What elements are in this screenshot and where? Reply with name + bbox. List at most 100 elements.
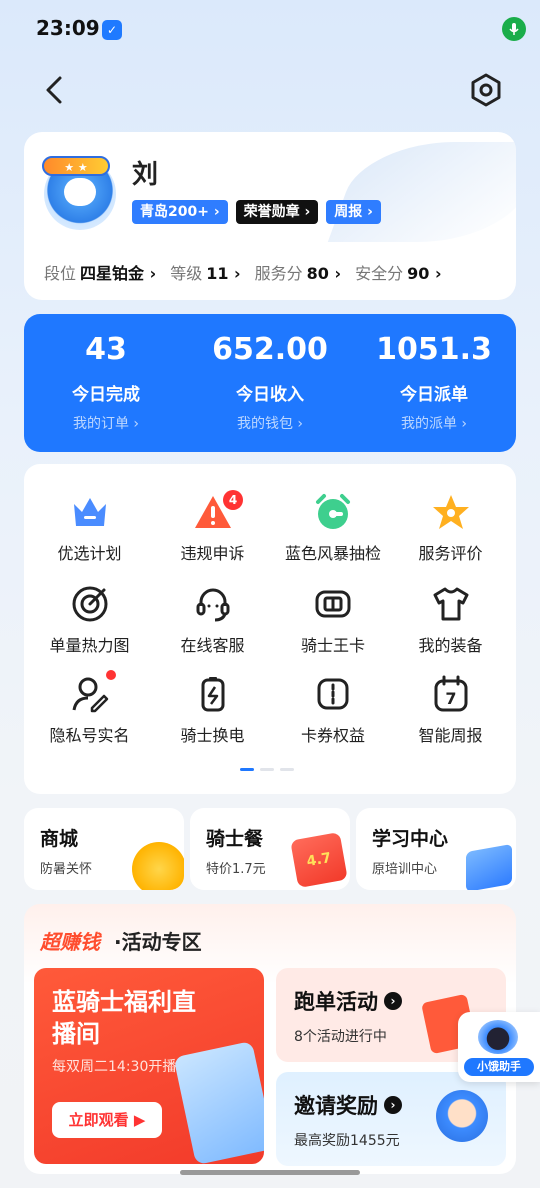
tag-weekly-report[interactable]: 周报 › <box>326 200 381 224</box>
grid-label: 卡券权益 <box>300 726 365 745</box>
calendar-icon: 7 <box>434 675 467 712</box>
coin-icon <box>132 842 184 890</box>
headset-icon <box>196 588 229 622</box>
invite-title-row: 邀请奖励 › <box>294 1090 402 1120</box>
live-schedule: 每双周二14:30开播 <box>52 1059 177 1075</box>
status-time: 23:09 <box>36 16 100 40</box>
grid-item-violation-appeal[interactable]: 违规申诉 4 <box>151 490 274 580</box>
rider-meal-title: 骑士餐 <box>206 828 264 850</box>
grid-item-coupons[interactable]: 卡券权益 <box>274 674 392 762</box>
grid-label: 违规申诉 <box>180 544 245 563</box>
notification-badge: 4 <box>223 490 243 510</box>
kpi-income[interactable]: 652.00 今日收入 我的钱包 › <box>188 330 352 433</box>
learning-center-card[interactable]: 学习中心 原培训中心 <box>356 808 516 890</box>
grid-label: 服务评价 <box>418 544 483 563</box>
mall-subtitle: 防暑关怀 <box>40 862 93 877</box>
rider-meal-subtitle: 特价1.7元 <box>206 862 266 877</box>
my-dispatch-link[interactable]: 我的派单 › <box>352 413 516 433</box>
grid-label: 优选计划 <box>57 544 122 563</box>
function-grid: 优选计划 违规申诉 4 蓝色风暴抽检 服务评价 单量热力图 在线客服 骑士王卡 … <box>24 464 516 794</box>
settings-icon[interactable] <box>468 72 504 108</box>
grid-item-my-equipment[interactable]: 我的装备 <box>389 584 512 672</box>
learning-center-title: 学习中心 <box>372 828 449 850</box>
stat-rank[interactable]: 段位 四星铂金 › <box>44 260 156 284</box>
pager-dot-active <box>240 768 254 771</box>
live-title: 蓝骑士福利直播间 <box>52 988 196 1048</box>
kpi-completed-label: 今日完成 <box>72 385 140 405</box>
rider-mascot-icon <box>436 1090 488 1142</box>
kpi-dispatched-value: 1051.3 <box>376 332 492 367</box>
profile-tags: 青岛200+ › 荣誉勋章 › 周报 › <box>132 200 381 224</box>
crown-icon <box>73 498 106 526</box>
invite-reward-card[interactable]: 邀请奖励 › 最高奖励1455元 <box>276 1072 506 1166</box>
new-dot <box>106 670 116 680</box>
mall-card[interactable]: 商城 防暑关怀 <box>24 808 184 890</box>
battery-icon <box>201 677 224 712</box>
card-icon <box>315 590 351 618</box>
coupon-icon <box>317 678 349 710</box>
alarm-clock-icon <box>316 494 350 529</box>
app-notification-icon: ✓ <box>102 20 122 40</box>
live-stream-card[interactable]: 蓝骑士福利直播间 每双周二14:30开播 立即观看 ▶ <box>34 968 264 1164</box>
my-wallet-link[interactable]: 我的钱包 › <box>188 413 352 433</box>
activity-title: ·活动专区 <box>114 930 202 954</box>
book-icon <box>466 843 512 890</box>
mall-title: 商城 <box>40 828 79 850</box>
run-activity-title: 跑单活动 <box>294 990 378 1014</box>
daily-kpi-panel: 43 今日完成 我的订单 › 652.00 今日收入 我的钱包 › 1051.3… <box>24 314 516 452</box>
back-icon[interactable] <box>40 74 70 106</box>
grid-label: 骑士王卡 <box>300 636 365 655</box>
grid-label: 在线客服 <box>180 636 245 655</box>
robot-icon <box>478 1020 518 1054</box>
stat-service-score[interactable]: 服务分 80 › <box>255 260 341 284</box>
grid-item-privacy-number[interactable]: 隐私号实名 <box>28 670 151 762</box>
grid-label: 蓝色风暴抽检 <box>284 544 381 563</box>
kpi-completed[interactable]: 43 今日完成 我的订单 › <box>24 330 188 433</box>
microphone-icon <box>502 17 526 41</box>
shirt-icon <box>433 587 468 621</box>
stat-safety-score[interactable]: 安全分 90 › <box>355 260 441 284</box>
chevron-right-icon: › <box>384 992 402 1010</box>
pager-dot <box>260 768 274 771</box>
assistant-button[interactable]: 小饿助手 <box>458 1012 540 1082</box>
card-decoration <box>327 142 516 242</box>
svg-text:7: 7 <box>445 689 456 708</box>
invite-desc: 最高奖励1455元 <box>294 1133 400 1149</box>
grid-item-preferred-plan[interactable]: 优选计划 <box>28 492 151 580</box>
kpi-income-value: 652.00 <box>212 332 328 367</box>
grid-item-rider-king-card[interactable]: 骑士王卡 <box>274 584 392 672</box>
grid-label: 隐私号实名 <box>49 726 130 745</box>
my-orders-link[interactable]: 我的订单 › <box>24 413 188 433</box>
chevron-right-icon: › <box>384 1096 402 1114</box>
pager-dot <box>280 768 294 771</box>
kpi-income-label: 今日收入 <box>236 385 304 405</box>
star-icon <box>432 495 469 529</box>
tag-honor-medal[interactable]: 荣誉勋章 › <box>235 200 319 224</box>
username: 刘 <box>132 160 161 190</box>
grid-pager <box>240 768 294 771</box>
grid-item-service-rating[interactable]: 服务评价 <box>389 492 512 580</box>
grid-item-battery-swap[interactable]: 骑士换电 <box>151 674 274 762</box>
grid-label: 单量热力图 <box>49 636 130 655</box>
user-edit-icon <box>72 677 108 713</box>
grid-label: 智能周报 <box>418 726 483 745</box>
grid-item-smart-weekly[interactable]: 7 智能周报 <box>389 674 512 762</box>
rider-meal-card[interactable]: 骑士餐 特价1.7元 4.7 <box>190 808 350 890</box>
avatar-face <box>64 178 96 206</box>
home-indicator[interactable] <box>180 1170 360 1175</box>
grid-item-blue-storm-check[interactable]: 蓝色风暴抽检 <box>274 492 392 580</box>
kpi-completed-value: 43 <box>85 332 127 367</box>
learning-center-subtitle: 原培训中心 <box>372 862 438 877</box>
grid-item-heatmap[interactable]: 单量热力图 <box>28 584 151 672</box>
grid-item-online-support[interactable]: 在线客服 <box>151 584 274 672</box>
watch-now-button[interactable]: 立即观看 ▶ <box>52 1102 162 1138</box>
run-activity-desc: 8个活动进行中 <box>294 1029 387 1045</box>
stat-level[interactable]: 等级 11 › <box>170 260 240 284</box>
phone-illustration <box>173 1040 264 1164</box>
kpi-dispatched[interactable]: 1051.3 今日派单 我的派单 › <box>352 330 516 433</box>
red-envelope-icon: 4.7 <box>290 832 348 888</box>
kpi-dispatched-label: 今日派单 <box>400 385 468 405</box>
tag-city[interactable]: 青岛200+ › <box>132 200 228 224</box>
target-icon <box>72 586 107 622</box>
profile-card: ★ ★ 刘 青岛200+ › 荣誉勋章 › 周报 › 段位 四星铂金 › 等级 11… <box>24 132 516 300</box>
